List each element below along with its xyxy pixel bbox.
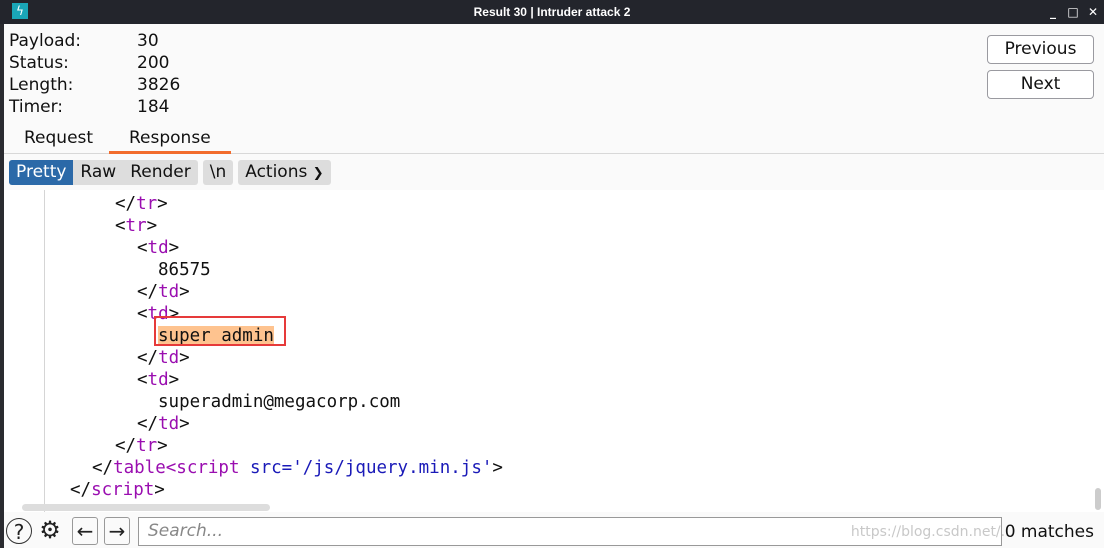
code-token: '/js/jquery.min.js': [292, 458, 493, 478]
code-token: <: [137, 238, 148, 258]
annotation-box: [154, 316, 286, 346]
code-token: <: [137, 370, 148, 390]
title-bar: ϟ Result 30 | Intruder attack 2 _ □ ✕: [0, 0, 1104, 24]
code-line: </td>: [4, 413, 1084, 435]
help-icon[interactable]: ?: [6, 518, 32, 544]
code-token: >: [168, 370, 180, 390]
length-value: 3826: [137, 75, 181, 95]
code-token: >: [157, 194, 168, 214]
code-token: td: [147, 238, 169, 258]
code-token: </: [92, 458, 114, 478]
code-line: </td>: [4, 281, 1084, 303]
code-line: </script>: [4, 479, 1084, 501]
code-token: >: [179, 282, 190, 302]
minimize-icon[interactable]: _: [1046, 4, 1060, 20]
vertical-scrollbar[interactable]: [1095, 488, 1101, 510]
code-line: </tr>: [4, 435, 1084, 457]
code-line: <td>: [4, 237, 1084, 259]
code-token: <: [137, 304, 148, 324]
code-token: </: [137, 348, 159, 368]
search-bar: ? ⚙ ← → Search... https://blog.csdn.net/…: [4, 514, 1104, 548]
chevron-down-icon: ❯: [312, 166, 324, 181]
code-line: superadmin@megacorp.com: [158, 392, 401, 412]
code-token: >: [157, 436, 168, 456]
code-token: </: [115, 436, 137, 456]
code-token: script: [91, 480, 155, 500]
status-label: Status:: [9, 53, 69, 73]
code-token: src=: [239, 458, 293, 478]
code-token: tr: [136, 436, 158, 456]
code-content: </tr> <tr> <td> 86575 </td> <td> super a…: [4, 193, 1084, 501]
code-token: >: [179, 348, 190, 368]
code-line: </tr>: [4, 193, 1084, 215]
status-value: 200: [137, 53, 170, 73]
code-token: >: [179, 414, 190, 434]
code-line: <td>: [4, 369, 1084, 391]
payload-value: 30: [137, 31, 159, 51]
forward-arrow-icon[interactable]: →: [104, 517, 130, 545]
code-line: </table<script src='/js/jquery.min.js'>: [4, 457, 1084, 479]
next-button[interactable]: Next: [987, 70, 1094, 99]
newline-toggle[interactable]: \n: [203, 160, 234, 185]
timer-value: 184: [137, 97, 170, 117]
code-token: tr: [136, 194, 158, 214]
maximize-icon[interactable]: □: [1066, 4, 1080, 20]
code-token: >: [168, 238, 180, 258]
previous-button[interactable]: Previous: [987, 35, 1094, 64]
timer-label: Timer:: [9, 97, 64, 117]
tab-response[interactable]: Response: [109, 128, 231, 154]
code-token: td: [158, 282, 180, 302]
render-button[interactable]: Render: [123, 160, 198, 185]
code-line: </td>: [4, 347, 1084, 369]
close-icon[interactable]: ✕: [1086, 4, 1100, 20]
code-token: </: [137, 282, 159, 302]
actions-label: Actions: [245, 162, 308, 182]
length-label: Length:: [9, 75, 74, 95]
code-token: </: [115, 194, 137, 214]
code-token: td: [158, 348, 180, 368]
code-token: table<script: [113, 458, 240, 478]
code-token: td: [158, 414, 180, 434]
result-info: Payload: 30 Status: 200 Length: 3826 Timer:…: [9, 30, 180, 118]
tab-request[interactable]: Request: [24, 128, 93, 154]
pretty-button[interactable]: Pretty: [9, 160, 74, 185]
code-token: tr: [125, 216, 147, 236]
response-editor[interactable]: </tr> <tr> <td> 86575 </td> <td> super a…: [4, 190, 1104, 512]
horizontal-scrollbar[interactable]: [22, 504, 270, 511]
raw-button[interactable]: Raw: [73, 160, 123, 185]
back-arrow-icon[interactable]: ←: [72, 517, 98, 545]
code-token: >: [154, 480, 165, 500]
result-panel: Payload: 30 Status: 200 Length: 3826 Timer:…: [4, 24, 1104, 548]
code-token: </: [70, 480, 92, 500]
code-line: 86575: [158, 260, 211, 280]
actions-dropdown[interactable]: Actions ❯: [238, 160, 330, 185]
view-toolbar: Pretty Raw Render \n Actions ❯: [9, 160, 331, 185]
code-token: <: [115, 216, 126, 236]
match-count: 0 matches: [1004, 522, 1094, 542]
code-token: </: [137, 414, 159, 434]
watermark: https://blog.csdn.net/...: [850, 524, 1014, 540]
request-response-tabs: Request Response: [4, 124, 1104, 154]
code-token: td: [147, 370, 169, 390]
payload-label: Payload:: [9, 31, 82, 51]
code-line: <tr>: [4, 215, 1084, 237]
code-token: >: [492, 458, 503, 478]
gear-icon[interactable]: ⚙: [36, 517, 64, 545]
window-title: Result 30 | Intruder attack 2: [473, 5, 631, 19]
code-token: >: [146, 216, 158, 236]
